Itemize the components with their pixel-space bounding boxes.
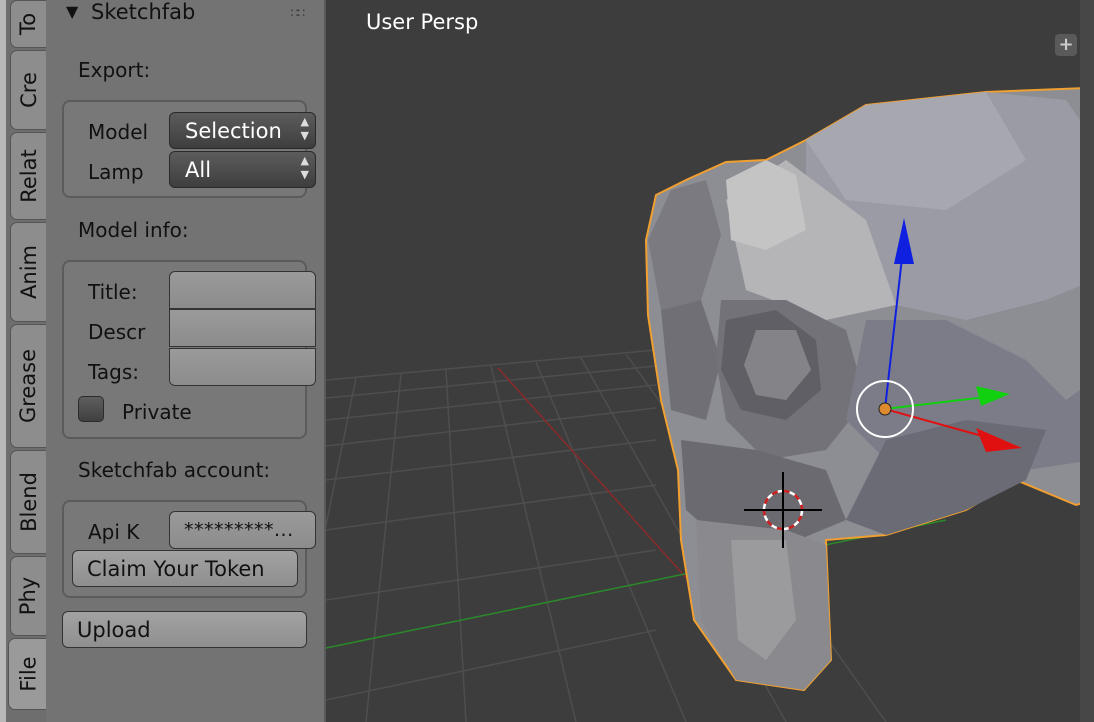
tab-animation-label: Anim — [16, 245, 41, 299]
tab-physics-label: Phy — [16, 576, 41, 616]
model-info-label: Model info: — [78, 218, 189, 242]
tab-tools[interactable]: To — [10, 0, 46, 48]
model-dropdown-value: Selection — [185, 119, 282, 143]
viewport-right-edge — [1080, 0, 1094, 722]
title-label: Title: — [88, 280, 138, 304]
suzanne-mesh — [644, 86, 1094, 692]
viewport-scene[interactable] — [326, 0, 1094, 722]
tab-file-label: File — [16, 656, 41, 692]
tab-grease-pencil-label: Grease — [16, 348, 41, 424]
collapse-triangle-icon[interactable]: ▼ — [66, 2, 78, 21]
private-label: Private — [122, 400, 192, 424]
model-label: Model — [88, 120, 149, 144]
tab-blend-label: Blend — [16, 472, 41, 532]
tab-create[interactable]: Cre — [10, 50, 46, 130]
model-dropdown[interactable]: Selection ▲ ▼ — [169, 112, 316, 149]
account-box: Api K *********... Claim Your Token — [62, 500, 316, 598]
tab-file[interactable]: File — [8, 638, 48, 710]
expand-panel-plus-icon[interactable]: + — [1055, 34, 1077, 56]
tab-physics[interactable]: Phy — [10, 556, 46, 636]
panel-header[interactable]: ▼ Sketchfab ∷∷ — [46, 0, 324, 28]
export-label: Export: — [78, 58, 151, 82]
tab-relations-label: Relat — [16, 149, 41, 203]
tab-tools-label: To — [16, 12, 41, 36]
tags-field[interactable] — [169, 348, 316, 386]
model-info-box: Title: Descr Tags: Private — [62, 260, 316, 439]
descr-label: Descr — [88, 320, 146, 344]
claim-token-button-label: Claim Your Token — [87, 557, 265, 581]
title-field[interactable] — [169, 271, 316, 309]
tab-create-label: Cre — [16, 72, 41, 108]
tool-tabs: To Cre Relat Anim Grease Blend Phy File — [6, 0, 48, 722]
y-axis-line — [326, 519, 947, 649]
sketchfab-panel: ▼ Sketchfab ∷∷ Export: Model Selection ▲… — [46, 0, 326, 722]
lamp-dropdown-value: All — [185, 158, 212, 182]
upload-button-label: Upload — [77, 618, 151, 642]
description-field[interactable] — [169, 309, 316, 347]
claim-token-button[interactable]: Claim Your Token — [72, 550, 298, 587]
3d-viewport[interactable]: User Persp + — [326, 0, 1094, 722]
api-key-field[interactable]: *********... — [169, 511, 316, 549]
sketchfab-account-label: Sketchfab account: — [78, 458, 271, 482]
view-perspective-label: User Persp — [366, 10, 479, 34]
tab-animation[interactable]: Anim — [10, 222, 46, 322]
export-box: Model Selection ▲ ▼ Lamp All ▲ ▼ — [62, 100, 316, 198]
private-checkbox[interactable] — [78, 396, 104, 422]
panel-title: Sketchfab — [91, 0, 196, 24]
drag-grip-icon[interactable]: ∷∷ — [291, 6, 305, 20]
upload-button[interactable]: Upload — [62, 611, 307, 648]
dropdown-arrows-icon: ▲ ▼ — [300, 154, 309, 181]
lamp-label: Lamp — [88, 160, 144, 184]
api-key-label: Api K — [88, 520, 140, 544]
tab-grease-pencil[interactable]: Grease — [10, 324, 46, 448]
tags-label: Tags: — [88, 360, 140, 384]
tab-relations[interactable]: Relat — [10, 132, 46, 220]
tab-blend[interactable]: Blend — [10, 450, 46, 554]
dropdown-arrows-icon: ▲ ▼ — [300, 115, 309, 142]
lamp-dropdown[interactable]: All ▲ ▼ — [169, 151, 316, 188]
